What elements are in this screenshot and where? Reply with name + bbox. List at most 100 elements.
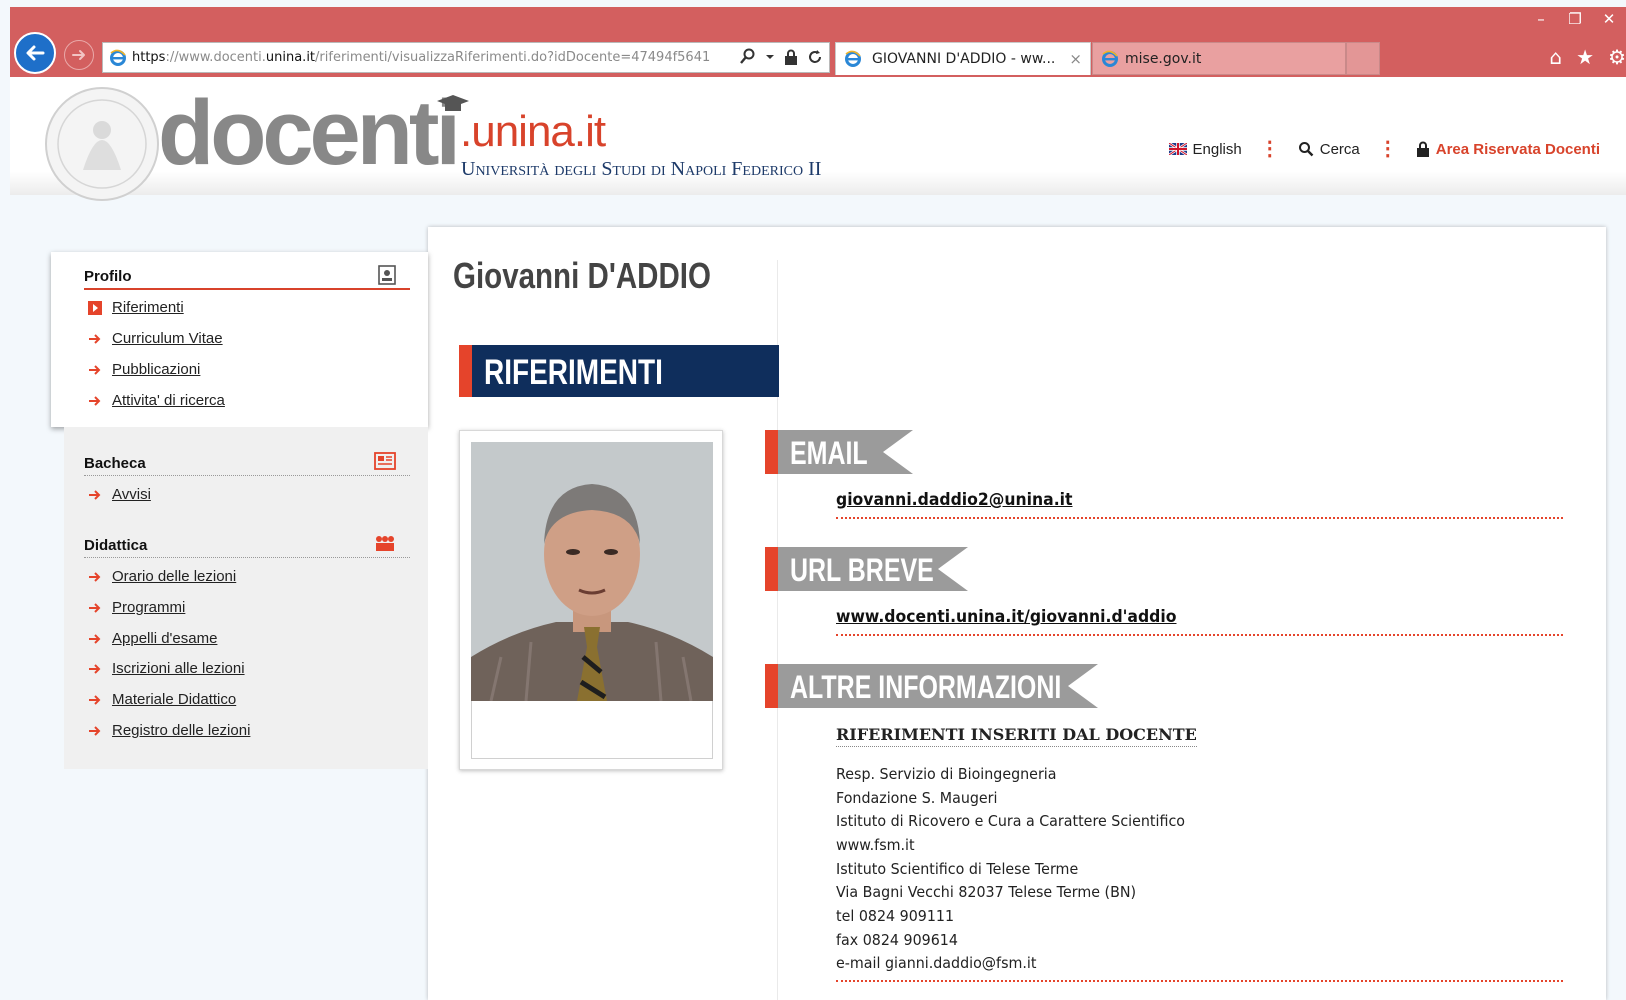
sidebar-item-label: Pubblicazioni: [112, 361, 201, 378]
section-title: Bacheca: [84, 455, 146, 472]
info-line: Istituto Scientifico di Telese Terme: [836, 860, 1079, 878]
photo-caption-box: [471, 701, 713, 759]
arrow-right-icon: [89, 333, 101, 344]
arrow-right-icon: [89, 694, 101, 705]
dotted-separator: [836, 980, 1563, 982]
logo-university-name: Università degli Studi di Napoli Federic…: [461, 158, 822, 180]
gear-icon[interactable]: ⚙: [1608, 45, 1626, 69]
search-icon[interactable]: [740, 48, 756, 66]
close-tab-icon[interactable]: ×: [1069, 50, 1082, 68]
info-line: Fondazione S. Maugeri: [836, 789, 998, 807]
active-marker-icon: [88, 300, 102, 315]
info-heading: RIFERIMENTI INSERITI DAL DOCENTE: [836, 725, 1197, 747]
tab-title: GIOVANNI D'ADDIO - ww...: [872, 51, 1056, 67]
info-line: Via Bagni Vecchi 82037 Telese Terme (BN): [836, 883, 1137, 901]
sidebar-section-bacheca: Bacheca: [84, 452, 410, 476]
section-title: Didattica: [84, 537, 148, 554]
dotted-separator: [836, 517, 1563, 519]
ie-icon: [110, 49, 126, 66]
sidebar-item-label: Registro delle lezioni: [112, 722, 251, 739]
browser-chrome: – ❐ ✕ https://www.docenti.unina.it/rifer…: [10, 7, 1626, 77]
forward-arrow-icon: [72, 50, 85, 60]
logo-docenti[interactable]: docenti: [158, 87, 461, 179]
close-window-button[interactable]: ✕: [1592, 7, 1626, 31]
tab-inactive[interactable]: mise.gov.it: [1092, 42, 1346, 75]
profile-card-icon: [378, 265, 396, 285]
search-icon[interactable]: [1298, 141, 1314, 157]
refresh-icon[interactable]: [807, 49, 823, 65]
sidebar-section-profilo: Profilo: [84, 265, 410, 290]
sidebar-item-label: Attivita' di ricerca: [112, 392, 225, 409]
sidebar-item-curriculum[interactable]: Curriculum Vitae: [88, 330, 223, 347]
sidebar-item-riferimenti[interactable]: Riferimenti: [88, 299, 184, 316]
sidebar-item-registro[interactable]: Registro delle lezioni: [88, 722, 250, 739]
url-text[interactable]: https://www.docenti.unina.it/riferimenti…: [132, 50, 732, 65]
uk-flag-icon: [1168, 143, 1187, 155]
url-ribbon: URL BREVE: [765, 547, 968, 591]
sidebar-item-orario[interactable]: Orario delle lezioni: [88, 568, 236, 585]
info-line: Resp. Servizio di Bioingegneria: [836, 765, 1057, 783]
address-bar-icons: [740, 48, 823, 66]
profile-photo-frame: [459, 430, 723, 770]
arrow-right-icon: [89, 571, 101, 582]
info-ribbon-label: ALTRE INFORMAZIONI: [790, 669, 1062, 705]
logo-unina[interactable]: .unina.it: [460, 110, 606, 154]
sidebar-item-avvisi[interactable]: Avvisi: [88, 486, 151, 503]
tab-title: mise.gov.it: [1125, 50, 1202, 67]
sidebar-item-label: Curriculum Vitae: [112, 330, 223, 347]
tab-active[interactable]: GIOVANNI D'ADDIO - ww... ×: [835, 42, 1091, 75]
nav-english-link[interactable]: English: [1193, 141, 1242, 158]
lock-icon[interactable]: [784, 49, 798, 65]
info-line: tel 0824 909111: [836, 907, 955, 925]
nav-reserved-area-link[interactable]: Area Riservata Docenti: [1436, 141, 1600, 158]
arrow-right-icon: [89, 602, 101, 613]
sidebar-item-ricerca[interactable]: Attivita' di ricerca: [88, 392, 225, 409]
ie-icon: [1102, 50, 1118, 67]
info-line: www.fsm.it: [836, 836, 915, 854]
info-line: fax 0824 909614: [836, 931, 958, 949]
sidebar-item-label: Avvisi: [112, 486, 151, 503]
sidebar-item-label: Appelli d'esame: [112, 630, 218, 647]
sidebar-item-pubblicazioni[interactable]: Pubblicazioni: [88, 361, 200, 378]
new-tab-button[interactable]: [1346, 42, 1380, 75]
newspaper-icon: [374, 452, 396, 470]
profile-photo: [471, 442, 713, 701]
classroom-icon: [376, 536, 394, 551]
sidebar-item-materiale[interactable]: Materiale Didattico: [88, 691, 236, 708]
site-header: docenti .unina.it Università degli Studi…: [10, 77, 1626, 201]
info-line: Istituto di Ricovero e Cura a Carattere …: [836, 812, 1186, 830]
nav-search-link[interactable]: Cerca: [1320, 141, 1360, 158]
sidebar-item-label: Materiale Didattico: [112, 691, 237, 708]
home-icon[interactable]: ⌂: [1549, 45, 1562, 69]
minimize-button[interactable]: –: [1524, 7, 1558, 31]
section-banner: RIFERIMENTI: [459, 345, 779, 397]
email-ribbon-label: EMAIL: [790, 435, 868, 471]
arrow-right-icon: [89, 725, 101, 736]
header-nav: English ⋮ Cerca ⋮ Area Riservata Docenti: [1168, 138, 1600, 160]
sidebar-item-label: Orario delle lezioni: [112, 568, 237, 585]
sidebar-item-appelli[interactable]: Appelli d'esame: [88, 630, 217, 647]
nav-separator: ⋮: [1259, 138, 1280, 160]
window-controls: – ❐ ✕: [1524, 7, 1626, 33]
sidebar-item-iscrizioni[interactable]: Iscrizioni alle lezioni: [88, 660, 245, 677]
short-url-link[interactable]: www.docenti.unina.it/giovanni.d'addio: [836, 607, 1176, 627]
sidebar-item-programmi[interactable]: Programmi: [88, 599, 185, 616]
url-ribbon-label: URL BREVE: [790, 552, 934, 588]
nav-separator: ⋮: [1377, 138, 1398, 160]
sidebar-lower-box: [64, 427, 428, 769]
address-bar[interactable]: https://www.docenti.unina.it/riferimenti…: [102, 42, 830, 73]
back-arrow-icon: [26, 45, 45, 61]
section-banner-title: RIFERIMENTI: [484, 353, 663, 392]
email-link[interactable]: giovanni.daddio2@unina.it: [836, 490, 1072, 510]
arrow-right-icon: [89, 489, 101, 500]
arrow-right-icon: [89, 395, 101, 406]
sidebar-item-label: Iscrizioni alle lezioni: [112, 660, 245, 677]
info-line: e-mail gianni.daddio@fsm.it: [836, 954, 1037, 972]
star-icon[interactable]: ★: [1576, 45, 1594, 69]
sidebar-item-label: Riferimenti: [112, 299, 184, 316]
info-ribbon: ALTRE INFORMAZIONI: [765, 664, 1098, 708]
forward-button[interactable]: [64, 40, 94, 70]
restore-button[interactable]: ❐: [1558, 7, 1592, 31]
dropdown-icon[interactable]: [765, 52, 775, 62]
back-button[interactable]: [14, 32, 56, 74]
